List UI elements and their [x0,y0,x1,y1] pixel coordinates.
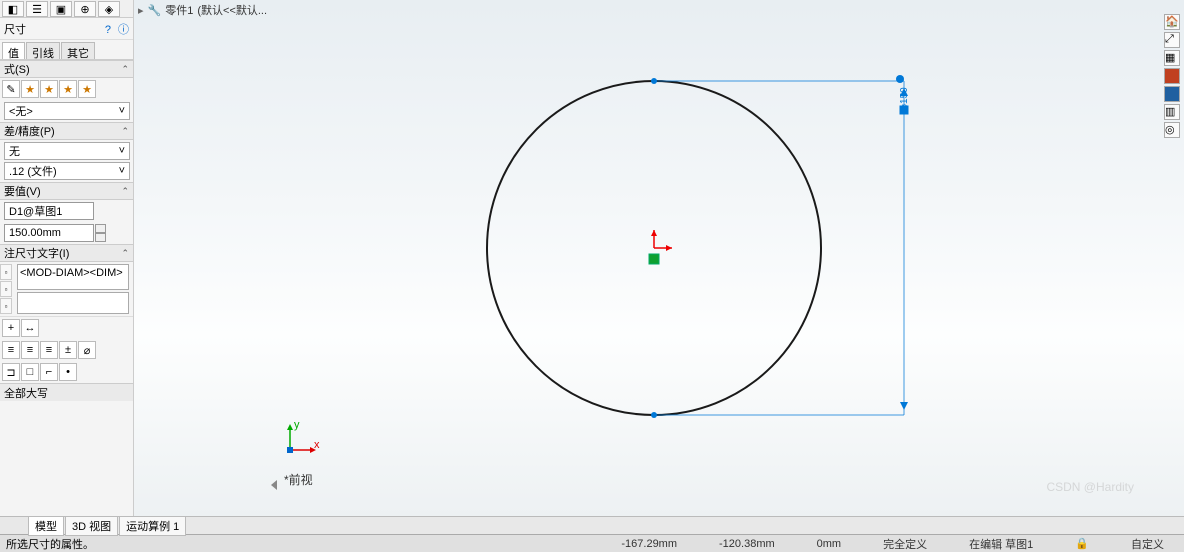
tab-config[interactable]: ☰ [26,1,48,17]
triad-icon: y x [284,420,320,456]
style-btn-1[interactable]: ✎ [2,80,20,98]
breadcrumb-suffix: (默认<<默认... [197,2,267,18]
tol-dropdown-1[interactable]: 无˅ [4,142,130,160]
collapse-icon[interactable]: ⌃ [121,186,129,197]
collapse-icon[interactable]: ⌃ [121,64,129,75]
sym-btn-2[interactable]: □ [21,363,39,381]
part-icon: 🔧 [148,4,162,17]
sym-btn-4[interactable]: • [59,363,77,381]
txt-btn-2[interactable]: ↔ [21,319,39,337]
dimension-subtabs: 值 引线 其它 [0,40,133,60]
property-panel: ◧ ☰ ▣ ⊕ ◈ 尺寸 ? ⓘ 值 引线 其它 式(S) ⌃ ✎ ★ ★ ★ ★… [0,0,134,516]
section-dimtxt-label: 注尺寸文字(I) [4,245,69,261]
tab-sketch[interactable]: ◈ [98,1,120,17]
section-view-icon[interactable]: ▥ [1164,104,1180,120]
dimension-name-input[interactable]: D1@草图1 [4,202,94,220]
status-custom[interactable]: 自定义 [1131,536,1164,552]
dimension-label: ⌀150 [899,87,910,110]
origin-icon [649,254,659,264]
help-icon[interactable]: ? [105,24,111,36]
breadcrumb-expand-icon[interactable]: ▸ [138,4,144,17]
display-style-icon[interactable] [1164,68,1180,84]
text-pos-btn-1[interactable]: ▫ [0,264,12,280]
status-unit-icon[interactable]: 🔒 [1075,537,1089,550]
subtab-leader[interactable]: 引线 [26,42,60,59]
status-editing: 在编辑 草图1 [969,536,1033,552]
panel-title: 尺寸 [4,21,26,37]
view-orientation-label: *前视 [284,471,313,488]
collapse-icon[interactable]: ⌃ [121,248,129,259]
section-style-label: 式(S) [4,61,30,77]
align-btn-2[interactable]: ≡ [21,341,39,359]
tab-display[interactable]: ▣ [50,1,72,17]
text-pos-btn-3[interactable]: ▫ [0,298,12,314]
section-primary-label: 要值(V) [4,183,41,199]
collapse-icon[interactable]: ⌃ [121,126,129,137]
subtab-value[interactable]: 值 [2,42,25,59]
style-btn-2[interactable]: ★ [21,80,39,98]
value-spin-up[interactable] [95,224,106,233]
zoom-fit-icon[interactable]: ⤢ [1164,32,1180,48]
subtab-other[interactable]: 其它 [61,42,95,59]
text-pos-btn-2[interactable]: ▫ [0,281,12,297]
svg-text:y: y [294,420,300,431]
graphics-area[interactable]: ▸ 🔧 零件1 (默认<<默认... ⌀150 [134,0,1184,516]
breadcrumb-part[interactable]: 零件1 [165,2,193,18]
align-btn-1[interactable]: ≡ [2,341,20,359]
txt-btn-1[interactable]: + [2,319,20,337]
tab-feature[interactable]: ◧ [2,1,24,17]
heads-up-toolbar: 🏠 ⤢ ▦ ▥ ◎ [1164,14,1182,138]
info-icon[interactable]: ⓘ [118,24,129,36]
style-buttons: ✎ ★ ★ ★ ★ [0,78,133,100]
svg-text:x: x [314,439,320,451]
value-spin-down[interactable] [95,233,106,242]
align-btn-3[interactable]: ≡ [40,341,58,359]
tab-target[interactable]: ⊕ [74,1,96,17]
style-btn-5[interactable]: ★ [78,80,96,98]
status-hint: 所选尺寸的属性。 [6,536,94,552]
sym-btn-1[interactable]: ⊐ [2,363,20,381]
dimension-text-area[interactable]: <MOD-DIAM><DIM> [17,264,129,290]
tab-model[interactable]: 模型 [28,516,64,536]
panel-top-tabs: ◧ ☰ ▣ ⊕ ◈ [0,0,133,18]
align-btn-5[interactable]: ⌀ [78,341,96,359]
scene-icon[interactable] [1164,86,1180,102]
status-bar: 所选尺寸的属性。 -167.29mm -120.38mm 0mm 完全定义 在编… [0,534,1184,552]
hide-show-icon[interactable]: ◎ [1164,122,1180,138]
style-btn-3[interactable]: ★ [40,80,58,98]
sym-btn-3[interactable]: ⌐ [40,363,58,381]
view-orient-icon[interactable]: ▦ [1164,50,1180,66]
align-btn-4[interactable]: ± [59,341,77,359]
dimension-value-input[interactable]: 150.00mm [4,224,94,242]
section-allcaps-label: 全部大写 [4,385,48,401]
tab-motion[interactable]: 运动算例 1 [119,516,186,536]
style-btn-4[interactable]: ★ [59,80,77,98]
home-view-icon[interactable]: 🏠 [1164,14,1180,30]
tol-dropdown-2[interactable]: .12 (文件)˅ [4,162,130,180]
flyout-expand-icon[interactable] [271,480,277,490]
bottom-tab-bar: 模型 3D 视图 运动算例 1 [0,516,1184,534]
tab-3d-view[interactable]: 3D 视图 [65,516,118,536]
dimension-text-area-2[interactable] [17,292,129,314]
section-tol-label: 差/精度(P) [4,123,55,139]
status-defined: 完全定义 [883,536,927,552]
style-dropdown[interactable]: <无>˅ [4,102,130,120]
